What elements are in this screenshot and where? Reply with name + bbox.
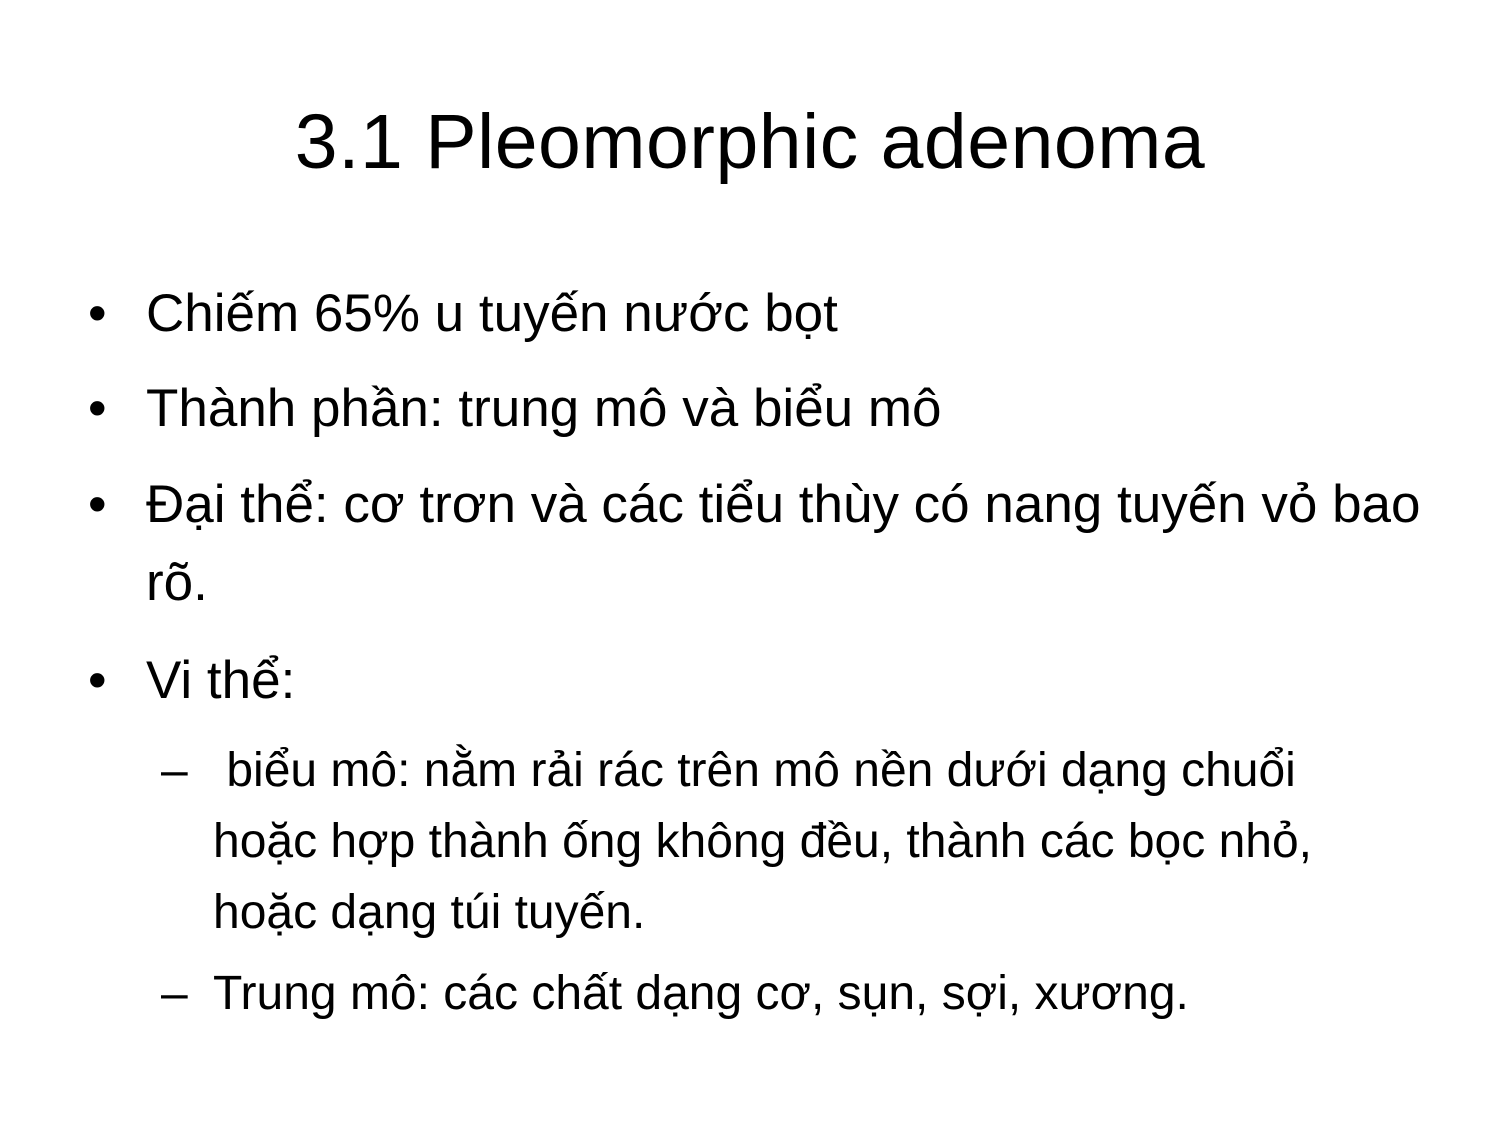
sub-bullet-marker: – [161,744,188,797]
bullet-text: Đại thể: cơ trơn và các tiểu thùy có nan… [146,475,1421,612]
bullet-text: Vi thể: [146,651,296,710]
bullet-item: • Chiếm 65% u tuyến nước bọt [88,275,1436,353]
bullet-text: Chiếm 65% u tuyến nước bọt [146,284,838,343]
sub-bullet-item: – biểu mô: nằm rải rác trên mô nền dưới … [161,735,1373,948]
slide: 3.1 Pleomorphic adenoma • Chiếm 65% u tu… [0,0,1500,1125]
bullet-marker: • [88,651,107,710]
sub-bullet-text: Trung mô: các chất dạng cơ, sụn, sợi, xư… [213,967,1189,1020]
slide-title: 3.1 Pleomorphic adenoma [294,99,1206,185]
bullet-item: • Đại thể: cơ trơn và các tiểu thùy có n… [88,466,1426,622]
bullet-item: • Thành phần: trung mô và biểu mô [88,370,1436,448]
bullet-marker: • [88,284,107,343]
sub-bullet-marker: – [161,967,188,1020]
bullet-item: • Vi thể: [88,642,1436,720]
sub-bullet-text: biểu mô: nằm rải rác trên mô nền dưới dạ… [213,744,1326,939]
bullet-marker: • [88,379,107,438]
sub-bullet-item: – Trung mô: các chất dạng cơ, sụn, sợi, … [161,958,1413,1029]
bullet-marker: • [88,475,107,534]
bullet-text: Thành phần: trung mô và biểu mô [146,379,942,438]
